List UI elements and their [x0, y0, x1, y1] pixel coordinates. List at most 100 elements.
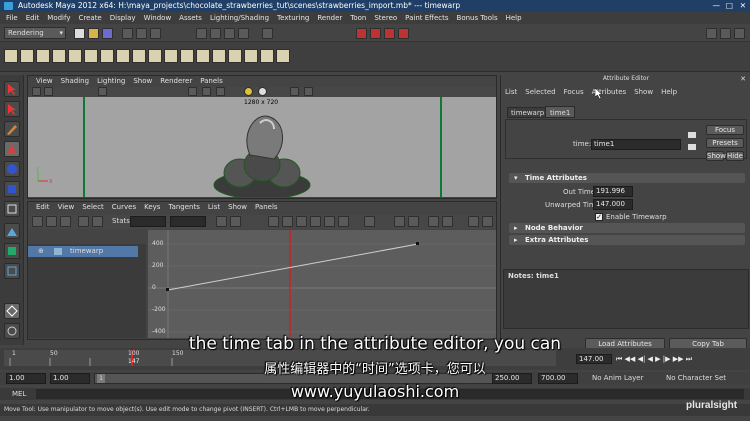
region-keys-tool-icon[interactable]: [92, 216, 103, 227]
shelf-item[interactable]: [244, 49, 258, 63]
shelf-item[interactable]: [100, 49, 114, 63]
section-node-behavior[interactable]: ▸ Node Behavior: [509, 223, 745, 233]
attribute-editor-toggle-icon[interactable]: [706, 28, 717, 39]
viewport-menu-show[interactable]: Show: [133, 77, 152, 85]
render-current-frame-icon[interactable]: [356, 28, 367, 39]
move-key-tool-icon[interactable]: [32, 216, 43, 227]
unify-tangents-icon[interactable]: [408, 216, 419, 227]
shelf-item[interactable]: [212, 49, 226, 63]
menu-display[interactable]: Display: [110, 14, 136, 22]
snap-grid-icon[interactable]: [196, 28, 207, 39]
menu-bonus-tools[interactable]: Bonus Tools: [457, 14, 498, 22]
menu-lighting-shading[interactable]: Lighting/Shading: [210, 14, 269, 22]
graph-menu-edit[interactable]: Edit: [36, 203, 50, 211]
channel-box-toggle-icon[interactable]: [720, 28, 731, 39]
menu-render[interactable]: Render: [317, 14, 342, 22]
history-icon[interactable]: [262, 28, 273, 39]
render-settings-icon[interactable]: [384, 28, 395, 39]
shelf-item[interactable]: [148, 49, 162, 63]
shelf-item[interactable]: [52, 49, 66, 63]
stats-value-field[interactable]: [170, 216, 206, 227]
break-tangents-icon[interactable]: [394, 216, 405, 227]
use-all-lights-icon[interactable]: [244, 87, 253, 96]
shelf-item[interactable]: [84, 49, 98, 63]
graph-menu-show[interactable]: Show: [228, 203, 247, 211]
ae-menu-show[interactable]: Show: [634, 88, 653, 96]
layout-four-icon[interactable]: [4, 263, 20, 279]
graph-menu-tangents[interactable]: Tangents: [168, 203, 199, 211]
menu-modify[interactable]: Modify: [47, 14, 70, 22]
menu-paint-effects[interactable]: Paint Effects: [405, 14, 448, 22]
menu-toon[interactable]: Toon: [350, 14, 366, 22]
camera-attributes-icon[interactable]: [32, 87, 41, 96]
snap-point-icon[interactable]: [224, 28, 235, 39]
layout-single-icon[interactable]: [4, 243, 20, 259]
lasso-tool-icon[interactable]: [4, 101, 20, 117]
tab-time1[interactable]: time1: [545, 106, 576, 118]
graph-menu-select[interactable]: Select: [82, 203, 104, 211]
outliner-item-timewarp[interactable]: ⊕ timewarp: [28, 246, 138, 257]
frame-all-icon[interactable]: [216, 216, 227, 227]
denormalize-curves-icon[interactable]: [482, 216, 493, 227]
strawberry-model[interactable]: [200, 103, 320, 197]
lock-tangent-weight-icon[interactable]: [442, 216, 453, 227]
wireframe-icon[interactable]: [188, 87, 197, 96]
rotate-tool-icon[interactable]: [4, 161, 20, 177]
shelf-item[interactable]: [20, 49, 34, 63]
buffer-curve-icon[interactable]: [364, 216, 375, 227]
close-panel-icon[interactable]: ✕: [740, 75, 746, 83]
viewport-menu-renderer[interactable]: Renderer: [160, 77, 192, 85]
show-button[interactable]: Show: [706, 151, 726, 161]
graph-menu-curves[interactable]: Curves: [112, 203, 136, 211]
graph-menu-view[interactable]: View: [58, 203, 75, 211]
viewport-menu-lighting[interactable]: Lighting: [97, 77, 125, 85]
ae-menu-list[interactable]: List: [505, 88, 517, 96]
close-button[interactable]: ✕: [740, 0, 746, 12]
menu-help[interactable]: Help: [506, 14, 522, 22]
menu-set-dropdown[interactable]: Rendering ▾: [4, 27, 66, 39]
new-scene-icon[interactable]: [74, 28, 85, 39]
viewport-menu-view[interactable]: View: [36, 77, 53, 85]
ae-menu-help[interactable]: Help: [661, 88, 677, 96]
clamped-tangents-icon[interactable]: [282, 216, 293, 227]
select-tool-icon[interactable]: [4, 81, 20, 97]
move-tool-icon[interactable]: [4, 141, 20, 157]
presets-button[interactable]: Presets: [706, 138, 744, 148]
ae-menu-selected[interactable]: Selected: [525, 88, 555, 96]
ae-menu-focus[interactable]: Focus: [564, 88, 584, 96]
section-extra-attributes[interactable]: ▸ Extra Attributes: [509, 235, 745, 245]
menu-stereo[interactable]: Stereo: [374, 14, 397, 22]
flat-tangents-icon[interactable]: [310, 216, 321, 227]
tool-settings-toggle-icon[interactable]: [734, 28, 745, 39]
menu-edit[interactable]: Edit: [26, 14, 40, 22]
isolate-select-icon[interactable]: [304, 87, 313, 96]
maximize-button[interactable]: □: [726, 0, 733, 12]
shelf-item[interactable]: [132, 49, 146, 63]
hypershade-icon[interactable]: [398, 28, 409, 39]
xray-icon[interactable]: [290, 87, 299, 96]
stats-time-field[interactable]: [130, 216, 166, 227]
section-time-attributes[interactable]: ▾ Time Attributes: [509, 173, 745, 183]
ipr-render-icon[interactable]: [370, 28, 381, 39]
frame-selection-icon[interactable]: [230, 216, 241, 227]
snap-view-plane-icon[interactable]: [238, 28, 249, 39]
tab-timewarp[interactable]: timewarp: [507, 107, 549, 118]
graph-menu-list[interactable]: List: [208, 203, 220, 211]
node-name-field[interactable]: time1: [591, 139, 681, 150]
grid-icon[interactable]: [98, 87, 107, 96]
unwarped-time-field[interactable]: 147.000: [593, 199, 633, 210]
shelf-item[interactable]: [36, 49, 50, 63]
manipulator-tool-icon[interactable]: [4, 201, 20, 217]
select-by-object-icon[interactable]: [136, 28, 147, 39]
layout-persp-graph-icon[interactable]: [4, 303, 20, 319]
save-scene-icon[interactable]: [102, 28, 113, 39]
linear-tangents-icon[interactable]: [296, 216, 307, 227]
viewport-menu-shading[interactable]: Shading: [61, 77, 89, 85]
timewarp-curve[interactable]: [148, 230, 496, 338]
perspective-viewport[interactable]: 1280 x 720 X Y: [28, 97, 496, 197]
shadows-icon[interactable]: [258, 87, 267, 96]
graph-menu-keys[interactable]: Keys: [144, 203, 160, 211]
plateau-tangents-icon[interactable]: [338, 216, 349, 227]
focus-button[interactable]: Focus: [706, 125, 744, 135]
bookmarks-icon[interactable]: [44, 87, 53, 96]
